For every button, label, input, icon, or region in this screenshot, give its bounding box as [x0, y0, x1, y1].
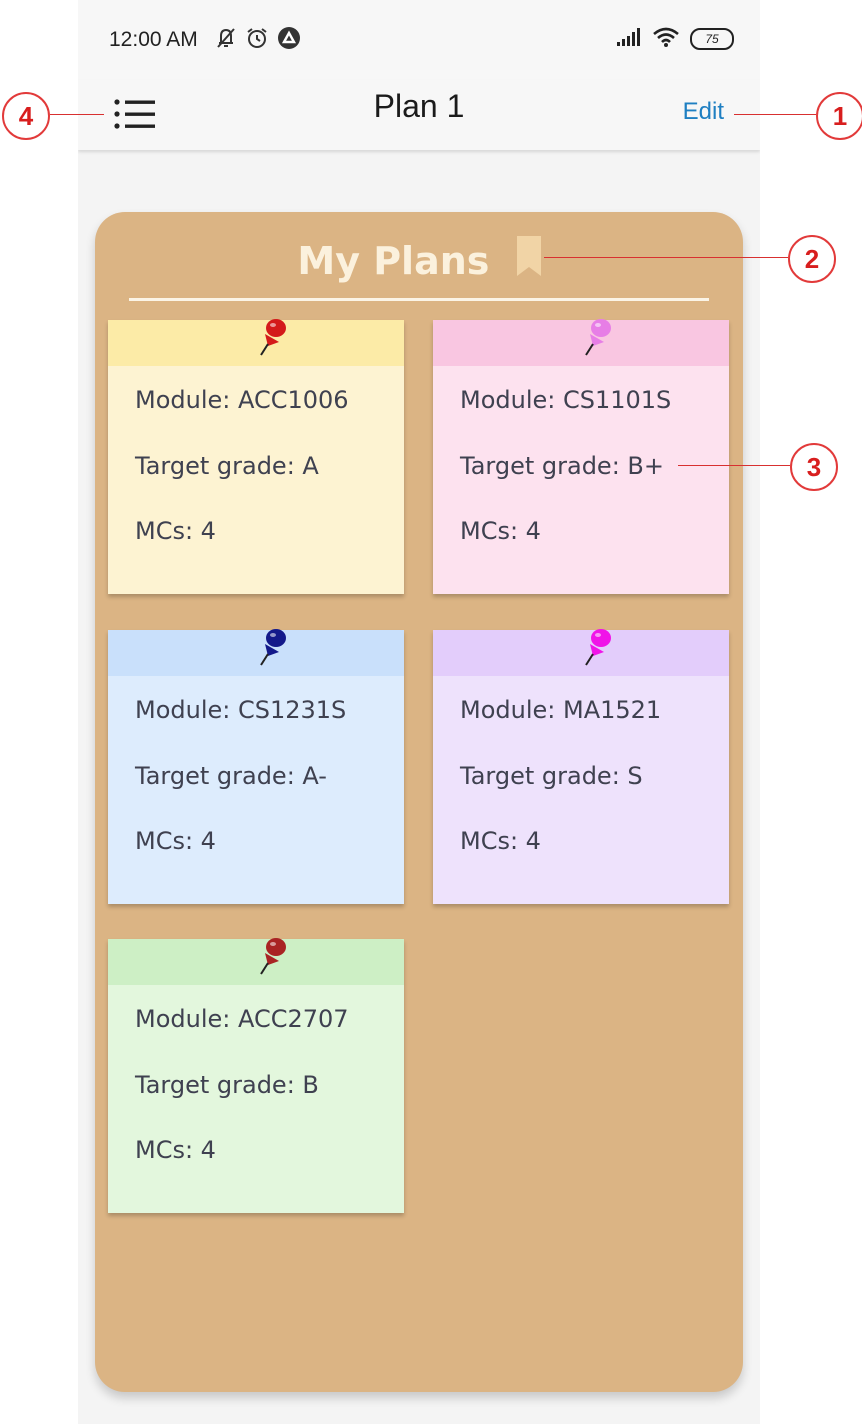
note-target-grade: Target grade: B	[135, 1071, 319, 1099]
note-card[interactable]: Module: MA1521 Target grade: S MCs: 4	[433, 629, 729, 904]
note-target-grade: Target grade: A	[135, 452, 319, 480]
note-mcs: MCs: 4	[460, 517, 541, 545]
battery-icon: 75	[690, 28, 734, 50]
callout-4: 4	[2, 92, 50, 140]
callout-1-line	[734, 114, 816, 115]
status-icons-left	[215, 26, 301, 54]
note-card[interactable]: Module: ACC1006 Target grade: A MCs: 4	[108, 319, 404, 594]
pushpin-icon	[581, 626, 613, 670]
note-target-grade: Target grade: S	[460, 762, 643, 790]
pushpin-icon	[256, 626, 288, 670]
app-header: Plan 1 Edit	[78, 80, 760, 150]
note-module: Module: ACC1006	[135, 386, 349, 414]
note-mcs: MCs: 4	[135, 1136, 216, 1164]
wifi-icon	[652, 26, 680, 52]
note-module: Module: CS1231S	[135, 696, 347, 724]
note-target-grade: Target grade: B+	[460, 452, 664, 480]
note-card[interactable]: Module: CS1231S Target grade: A- MCs: 4	[108, 629, 404, 904]
note-card[interactable]: Module: CS1101S Target grade: B+ MCs: 4	[433, 319, 729, 594]
note-card[interactable]: Module: ACC2707 Target grade: B MCs: 4	[108, 938, 404, 1213]
note-target-grade: Target grade: A-	[135, 762, 327, 790]
note-module: Module: ACC2707	[135, 1005, 349, 1033]
status-icons-right: 75	[616, 26, 734, 52]
callout-3-line	[678, 465, 790, 466]
callout-2-line	[544, 257, 788, 258]
pushpin-icon	[581, 316, 613, 360]
phone-screen: 12:00 AM 75 Plan 1 Edit My Plans Module:…	[78, 0, 760, 1424]
note-mcs: MCs: 4	[135, 517, 216, 545]
signal-icon	[616, 27, 642, 51]
page-title: Plan 1	[373, 88, 465, 124]
callout-4-line	[50, 114, 104, 115]
note-mcs: MCs: 4	[135, 827, 216, 855]
note-mcs: MCs: 4	[460, 827, 541, 855]
board-divider	[129, 298, 709, 301]
notifications-off-icon	[215, 26, 237, 54]
note-module: Module: MA1521	[460, 696, 662, 724]
pushpin-icon	[256, 935, 288, 979]
status-bar: 12:00 AM 75	[78, 0, 760, 80]
board-title: My Plans	[95, 236, 743, 285]
callout-2: 2	[788, 235, 836, 283]
plans-board: My Plans Module: ACC1006 Target grade: A…	[95, 212, 743, 1392]
callout-3: 3	[790, 443, 838, 491]
board-title-text: My Plans	[297, 239, 490, 283]
pushpin-icon	[256, 316, 288, 360]
bookmark-icon	[516, 236, 541, 285]
alarm-icon	[245, 26, 269, 54]
app-icon	[277, 26, 301, 54]
status-time: 12:00 AM	[109, 28, 198, 51]
edit-button[interactable]: Edit	[683, 98, 724, 126]
note-module: Module: CS1101S	[460, 386, 672, 414]
callout-1: 1	[816, 92, 862, 140]
